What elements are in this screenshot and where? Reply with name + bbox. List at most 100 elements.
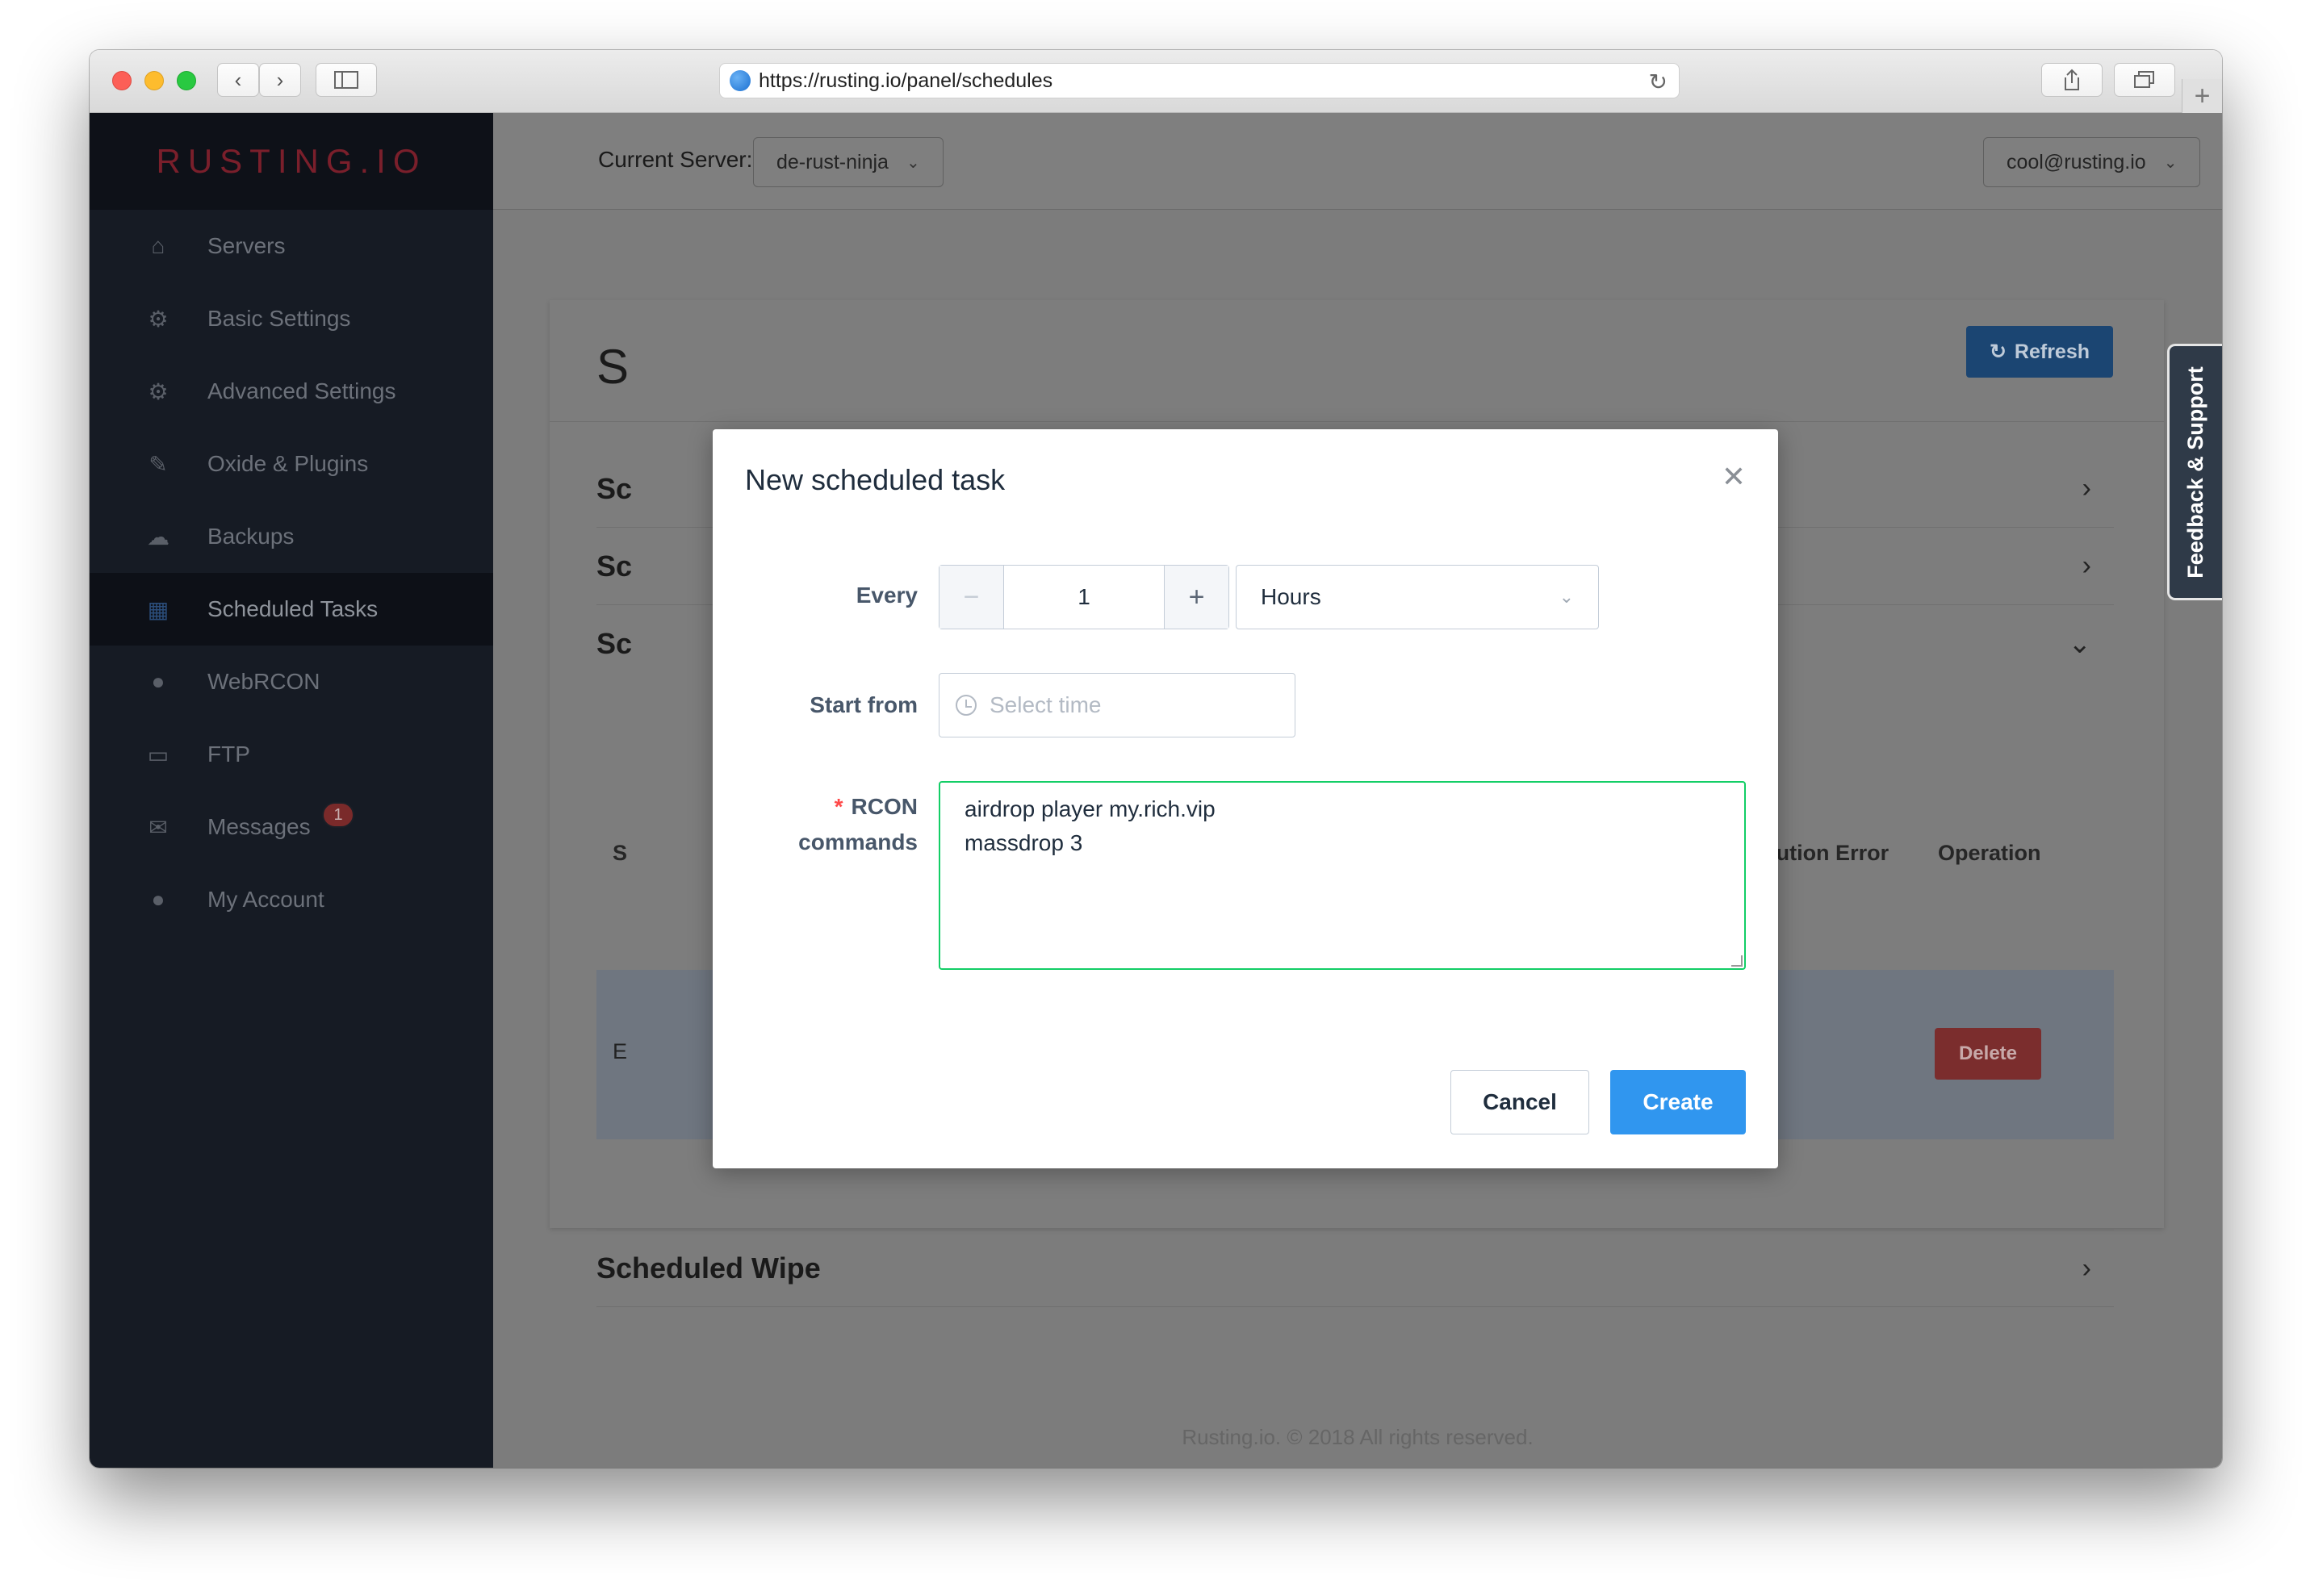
unit-select[interactable]: Hours ⌄ (1236, 565, 1599, 629)
sidebar-item-label: Oxide & Plugins (207, 451, 369, 476)
collapse-title: Sc (596, 471, 633, 505)
envelope-icon: ✉ (149, 814, 168, 840)
sidebar-item-oxide-plugins[interactable]: ✎ Oxide & Plugins (90, 428, 493, 500)
dialog-title: New scheduled task (745, 463, 1006, 496)
sidebar-item-basic-settings[interactable]: ⚙ Basic Settings (90, 282, 493, 355)
tabs-overview-button[interactable] (2114, 63, 2175, 97)
table-header: Operation (1938, 841, 2041, 865)
sidebar-item-advanced-settings[interactable]: ⚙ Advanced Settings (90, 355, 493, 428)
sidebar-item-webrcon[interactable]: ● WebRCON (90, 646, 493, 718)
browser-window: ‹ › https://rusting.io/panel/schedules ↻… (90, 50, 2222, 1468)
collapse-title: Sc (596, 549, 633, 583)
start-time-picker[interactable]: Select time (939, 673, 1295, 737)
start-time-placeholder: Select time (990, 692, 1102, 717)
calendar-icon: ▦ (147, 596, 169, 622)
resize-handle[interactable] (1731, 955, 1743, 967)
address-bar[interactable]: https://rusting.io/panel/schedules ↻ (719, 63, 1680, 98)
share-button[interactable] (2041, 63, 2103, 97)
sidebar-item-label: Advanced Settings (207, 378, 396, 403)
chevron-right-icon: › (2082, 1252, 2091, 1284)
refresh-button[interactable]: ↻ Refresh (1966, 326, 2113, 378)
reload-icon[interactable]: ↻ (1649, 69, 1668, 95)
sidebar-item-label: Messages (207, 814, 311, 839)
forward-button[interactable]: › (259, 63, 301, 97)
chevron-right-icon: › (2082, 550, 2091, 581)
delete-button[interactable]: Delete (1935, 1028, 2041, 1080)
start-from-label: Start from (810, 692, 918, 717)
table-cell: E (613, 1039, 628, 1063)
cloud-icon: ☁ (147, 524, 169, 549)
close-window-button[interactable] (112, 71, 132, 90)
rcon-commands-textarea[interactable]: airdrop player my.rich.vip massdrop 3 (939, 781, 1746, 970)
every-label: Every (856, 583, 918, 608)
interval-stepper: − 1 + (939, 565, 1229, 629)
clock-icon (956, 695, 977, 716)
close-icon[interactable]: ✕ (1722, 460, 1746, 494)
globe-icon (730, 70, 751, 91)
increment-button[interactable]: + (1164, 566, 1228, 629)
server-select-value: de-rust-ninja (776, 150, 889, 173)
server-select[interactable]: de-rust-ninja ⌄ (753, 137, 944, 187)
home-icon: ⌂ (151, 233, 165, 258)
browser-titlebar: ‹ › https://rusting.io/panel/schedules ↻… (90, 50, 2222, 113)
globe-icon: ● (151, 669, 165, 694)
chevron-down-icon: ⌄ (906, 153, 920, 172)
decrement-button[interactable]: − (939, 566, 1004, 629)
user-menu[interactable]: cool@rusting.io ⌄ (1983, 137, 2201, 187)
feedback-label: Feedback & Support (2183, 366, 2208, 579)
sidebar-item-servers[interactable]: ⌂ Servers (90, 210, 493, 282)
feedback-support-tab[interactable]: Feedback & Support (2167, 344, 2222, 600)
tabs-icon (2134, 71, 2154, 88)
sidebar-toggle-button[interactable] (316, 63, 377, 97)
sidebar-item-ftp[interactable]: ▭ FTP (90, 718, 493, 791)
chevron-down-icon: ⌄ (2163, 153, 2178, 172)
create-button[interactable]: Create (1610, 1070, 1746, 1134)
page-title: S (596, 340, 630, 394)
gears-icon: ⚙ (148, 378, 169, 404)
plus-icon: + (2194, 80, 2211, 111)
logo-area[interactable]: RUSTING.IO (90, 113, 493, 210)
url-text: https://rusting.io/panel/schedules (759, 69, 1053, 92)
new-tab-button[interactable]: + (2182, 79, 2222, 113)
refresh-label: Refresh (2014, 340, 2090, 363)
chevron-down-icon: ⌄ (2068, 629, 2092, 659)
logo: RUSTING.IO (156, 142, 427, 180)
minimize-window-button[interactable] (144, 71, 164, 90)
folder-icon: ▭ (147, 742, 169, 767)
cancel-button[interactable]: Cancel (1450, 1070, 1589, 1134)
plus-icon: + (1188, 581, 1205, 612)
scheduled-wipe-row[interactable]: Scheduled Wipe › (596, 1230, 2114, 1307)
refresh-icon: ↻ (1989, 341, 2007, 363)
collapse-title: Sc (596, 627, 633, 660)
back-button[interactable]: ‹ (217, 63, 259, 97)
collapse-title: Scheduled Wipe (596, 1251, 821, 1285)
share-icon (2065, 69, 2079, 90)
sidebar-item-label: My Account (207, 887, 324, 912)
unit-select-value: Hours (1261, 584, 1321, 609)
current-server-label: Current Server: (598, 147, 753, 172)
user-icon: ● (151, 887, 165, 912)
maximize-window-button[interactable] (177, 71, 196, 90)
sidebar-item-scheduled-tasks[interactable]: ▦ Scheduled Tasks (90, 573, 493, 646)
commands-label: commands (798, 829, 918, 854)
sidebar-item-label: WebRCON (207, 669, 320, 694)
app-root: RUSTING.IO ⌂ Servers ⚙ Basic Settings ⚙ … (90, 113, 2222, 1468)
messages-count-badge: 1 (322, 802, 354, 828)
sidebar-toggle-icon (334, 71, 358, 89)
divider (550, 421, 2164, 422)
required-marker: * (834, 794, 843, 819)
interval-input[interactable]: 1 (1004, 566, 1164, 629)
sidebar-item-label: Basic Settings (207, 306, 351, 331)
rcon-label-text: RCON (851, 794, 918, 819)
user-email: cool@rusting.io (2007, 150, 2146, 173)
minus-icon: − (963, 581, 980, 612)
topbar: Current Server: de-rust-ninja ⌄ cool@rus… (493, 113, 2222, 210)
sidebar-item-my-account[interactable]: ● My Account (90, 863, 493, 936)
sidebar: RUSTING.IO ⌂ Servers ⚙ Basic Settings ⚙ … (90, 113, 493, 1468)
gear-icon: ⚙ (148, 306, 169, 332)
sidebar-item-label: Backups (207, 524, 295, 549)
sidebar-item-label: FTP (207, 742, 250, 767)
sidebar-item-messages[interactable]: ✉ Messages 1 (90, 791, 493, 863)
sidebar-item-backups[interactable]: ☁ Backups (90, 500, 493, 573)
chevron-left-icon: ‹ (234, 67, 242, 92)
